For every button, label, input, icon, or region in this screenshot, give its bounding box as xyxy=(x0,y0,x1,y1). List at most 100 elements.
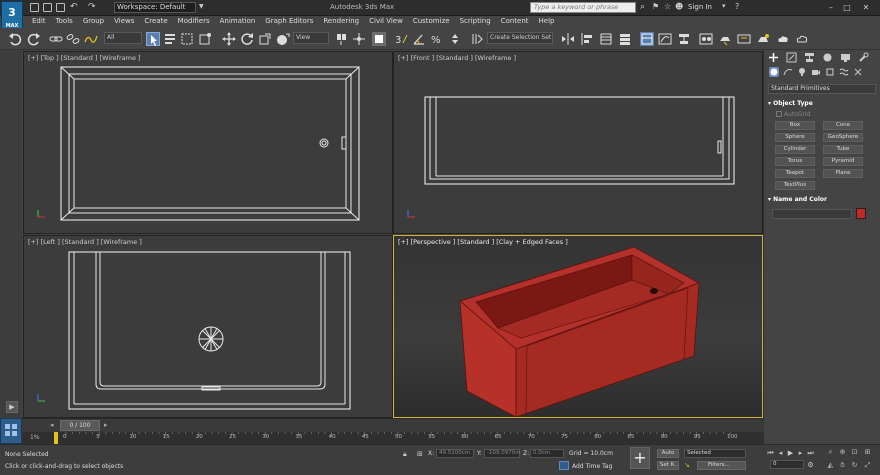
menu-item-graph-editors[interactable]: Graph Editors xyxy=(265,16,313,27)
set-key-button[interactable]: Set K. xyxy=(657,461,679,470)
open-file-icon[interactable] xyxy=(43,3,52,12)
object-button-textplus[interactable]: TextPlus xyxy=(775,181,815,190)
menu-item-tools[interactable]: Tools xyxy=(56,16,73,27)
viewport-front-label[interactable]: [+] [Front ] [Standard ] [Wireframe ] xyxy=(398,54,516,62)
align-icon[interactable] xyxy=(580,32,594,46)
render-production-icon[interactable] xyxy=(756,32,770,46)
menu-item-customize[interactable]: Customize xyxy=(413,16,450,27)
zoom-extents-icon[interactable]: ⊡ xyxy=(850,448,859,457)
time-slider-thumb[interactable]: 0 / 100 xyxy=(60,420,100,431)
hierarchy-tab-icon[interactable] xyxy=(804,52,815,63)
viewport-perspective[interactable]: [+] [Perspective ] [Standard ] [Clay + E… xyxy=(393,235,763,418)
zoom-icon[interactable]: ⌕ xyxy=(826,448,835,457)
object-button-plane[interactable]: Plane xyxy=(823,169,863,178)
snaps-toggle-icon[interactable]: 3 xyxy=(394,32,408,46)
select-and-link-icon[interactable] xyxy=(49,32,63,46)
a360-gallery-icon[interactable] xyxy=(795,32,809,46)
motion-tab-icon[interactable] xyxy=(822,52,833,63)
object-button-sphere[interactable]: Sphere xyxy=(775,133,815,142)
current-frame-field[interactable]: 0 xyxy=(770,460,804,469)
object-button-cylinder[interactable]: Cylinder xyxy=(775,145,815,154)
spinner-snap-icon[interactable] xyxy=(448,32,462,46)
systems-icon[interactable] xyxy=(853,67,863,77)
menu-item-scripting[interactable]: Scripting xyxy=(460,16,491,27)
selection-filter-dropdown[interactable]: All xyxy=(104,32,142,44)
object-button-tube[interactable]: Tube xyxy=(823,145,863,154)
unlink-selection-icon[interactable] xyxy=(66,32,80,46)
menu-item-modifiers[interactable]: Modifiers xyxy=(178,16,210,27)
time-tag-icon[interactable] xyxy=(559,461,569,470)
space-warps-icon[interactable] xyxy=(839,67,849,77)
zoom-all-icon[interactable]: ⊕ xyxy=(838,448,847,457)
time-configuration-icon[interactable]: ⚙︎ xyxy=(806,461,815,469)
pivot-center-icon[interactable] xyxy=(334,32,348,46)
orbit-icon[interactable]: ↻ xyxy=(850,461,859,470)
menu-item-content[interactable]: Content xyxy=(501,16,529,27)
render-setup-icon[interactable] xyxy=(718,32,732,46)
object-button-teapot[interactable]: Teapot xyxy=(775,169,815,178)
select-by-name-icon[interactable] xyxy=(163,32,177,46)
user-icon[interactable]: ☻ xyxy=(675,2,683,11)
modify-tab-icon[interactable] xyxy=(786,52,797,63)
workspace-dropdown[interactable]: Workspace: Default xyxy=(114,2,196,13)
menu-item-create[interactable]: Create xyxy=(144,16,167,27)
viewport-front[interactable]: [+] [Front ] [Standard ] [Wireframe ] xyxy=(393,51,763,234)
key-mode-icon[interactable]: ↘ xyxy=(684,461,694,470)
autogrid-checkbox[interactable] xyxy=(776,111,782,117)
select-and-scale-icon[interactable] xyxy=(258,32,272,46)
menu-item-animation[interactable]: Animation xyxy=(220,16,256,27)
select-object-icon[interactable] xyxy=(146,32,160,46)
maximize-viewport-icon[interactable]: ⤢ xyxy=(863,461,872,470)
z-coordinate-field[interactable]: 0.0cm xyxy=(530,449,564,458)
viewport-perspective-label[interactable]: [+] [Perspective ] [Standard ] [Clay + E… xyxy=(398,238,568,246)
undo-toolbar-icon[interactable] xyxy=(8,32,22,46)
object-button-cone[interactable]: Cone xyxy=(823,121,863,130)
redo-toolbar-icon[interactable] xyxy=(27,32,41,46)
viewport-left[interactable]: [+] [Left ] [Standard ] [Wireframe ] xyxy=(23,235,393,418)
search-icon[interactable]: ⌕ xyxy=(640,2,645,12)
close-icon[interactable]: ✕ xyxy=(859,2,873,13)
x-coordinate-field[interactable]: 49.5100cm xyxy=(436,449,474,458)
signin-arrow-icon[interactable]: ▾ xyxy=(722,2,726,10)
lights-icon[interactable] xyxy=(797,67,807,77)
select-manipulate-icon[interactable] xyxy=(352,32,366,46)
named-selection-set-dropdown[interactable]: Create Selection Set xyxy=(487,32,553,44)
object-button-box[interactable]: Box xyxy=(775,121,815,130)
name-and-color-rollout[interactable]: ▾ Name and Color xyxy=(768,195,876,205)
set-keys-plus-icon[interactable]: + xyxy=(630,447,650,469)
render-in-cloud-icon[interactable] xyxy=(776,32,790,46)
go-to-start-icon[interactable]: ⏮︎ xyxy=(766,449,775,457)
rendered-frame-window-icon[interactable] xyxy=(737,32,751,46)
angle-snap-icon[interactable] xyxy=(412,32,426,46)
previous-frame-icon[interactable]: ◂ xyxy=(776,449,785,457)
auto-key-button[interactable]: Auto xyxy=(657,449,679,458)
object-button-geosphere[interactable]: GeoSphere xyxy=(823,133,863,142)
object-button-torus[interactable]: Torus xyxy=(775,157,815,166)
minimize-icon[interactable]: – xyxy=(824,2,838,13)
mirror-icon[interactable] xyxy=(561,32,575,46)
object-name-input[interactable] xyxy=(772,209,852,219)
percent-snap-icon[interactable]: % xyxy=(430,32,444,46)
app-logo-button[interactable]: 3 MAX xyxy=(1,1,23,31)
search-input[interactable]: Type a keyword or phrase xyxy=(530,2,636,13)
maxscript-listener-icon[interactable] xyxy=(0,418,22,444)
display-tab-icon[interactable] xyxy=(840,52,851,63)
pan-view-icon[interactable]: ✋︎ xyxy=(838,461,847,470)
lock-selection-icon[interactable]: 🔒︎ xyxy=(403,450,407,459)
favorites-icon[interactable]: ☆ xyxy=(664,2,671,11)
reference-coordinate-dropdown[interactable]: View xyxy=(293,32,329,44)
object-button-pyramid[interactable]: Pyramid xyxy=(823,157,863,166)
menu-item-civil-view[interactable]: Civil View xyxy=(369,16,403,27)
edit-named-selection-icon[interactable] xyxy=(470,32,484,46)
helpers-icon[interactable] xyxy=(825,67,835,77)
play-animation-icon[interactable]: ▶ xyxy=(786,449,795,457)
new-file-icon[interactable] xyxy=(30,3,39,12)
bind-space-warp-icon[interactable] xyxy=(84,32,98,46)
menu-item-rendering[interactable]: Rendering xyxy=(323,16,359,27)
absolute-mode-icon[interactable]: ⊞ xyxy=(417,450,423,458)
key-filter-selection-dropdown[interactable]: Selected xyxy=(684,449,746,458)
material-editor-icon[interactable] xyxy=(699,32,713,46)
zoom-extents-all-icon[interactable]: ⊞ xyxy=(863,448,872,457)
menu-item-views[interactable]: Views xyxy=(114,16,134,27)
toggle-layer-explorer-icon[interactable] xyxy=(618,32,632,46)
